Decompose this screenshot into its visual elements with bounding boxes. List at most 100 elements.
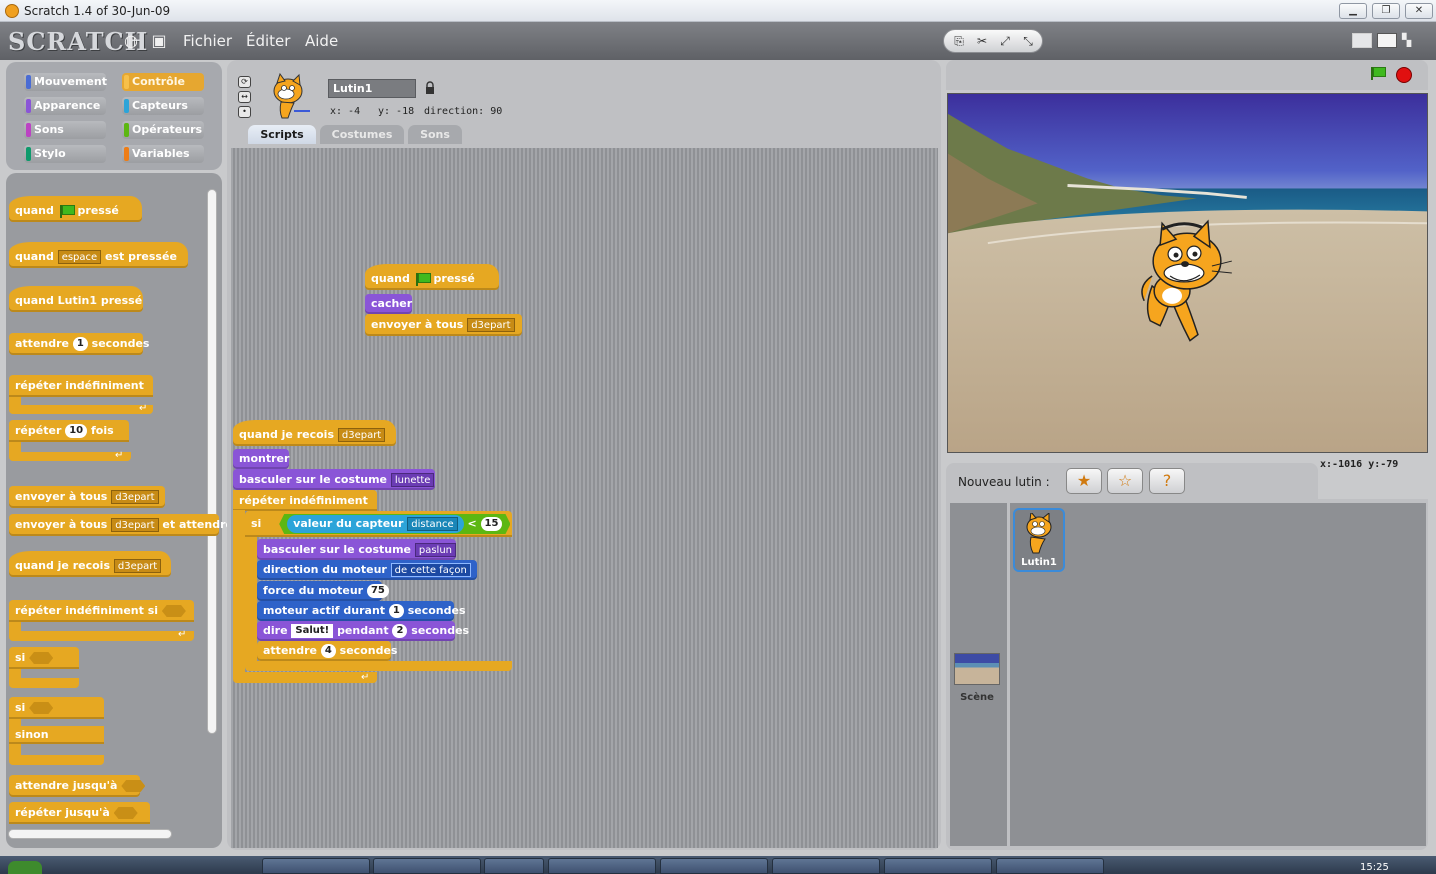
taskbar-button[interactable] [484, 858, 544, 874]
category-sons[interactable]: Sons [24, 121, 106, 139]
script-wait-block[interactable]: attendre 4 secondes [257, 641, 397, 661]
costume-dropdown[interactable]: paslun [414, 543, 456, 557]
palette-wait-seconds[interactable]: attendre 1 secondes [9, 333, 149, 355]
key-dropdown[interactable]: espace [57, 250, 102, 264]
message-dropdown[interactable]: d3epart [113, 559, 162, 573]
stop-button[interactable] [1396, 67, 1412, 83]
palette-repeat-until[interactable]: répéter jusqu'à [9, 802, 150, 824]
repeat-count-input[interactable]: 10 [65, 424, 88, 438]
palette-when-flag-clicked[interactable]: quand pressé [9, 196, 142, 222]
taskbar-scratch-button[interactable] [996, 858, 1104, 874]
rotate-style-full-icon[interactable]: ⟳ [238, 76, 251, 88]
condition-slot[interactable] [121, 780, 146, 792]
paint-new-sprite-button[interactable]: ★ [1066, 468, 1102, 494]
category-operateurs[interactable]: Opérateurs [122, 121, 204, 139]
minimize-button[interactable]: ▁ [1339, 3, 1367, 19]
palette-when-i-receive[interactable]: quand je recois d3epart [9, 551, 171, 577]
taskbar-button[interactable] [373, 858, 481, 874]
taskbar-button[interactable] [660, 858, 768, 874]
script-show-block[interactable]: montrer [233, 449, 289, 469]
script-switch-costume-block[interactable]: basculer sur le costume lunette [233, 469, 435, 490]
script-forever-block[interactable]: répéter indéfiniment [233, 490, 377, 511]
tab-costumes[interactable]: Costumes [320, 125, 404, 144]
condition-slot[interactable] [29, 702, 54, 714]
taskbar-button[interactable] [262, 858, 370, 874]
category-controle[interactable]: Contrôle [122, 73, 204, 91]
message-dropdown[interactable]: d3epart [111, 490, 159, 504]
category-apparence[interactable]: Apparence [24, 97, 106, 115]
grow-icon[interactable]: ⤢ [996, 33, 1014, 49]
taskbar-button[interactable] [884, 858, 992, 874]
costume-dropdown[interactable]: lunette [390, 473, 435, 487]
stage-canvas[interactable] [947, 93, 1428, 453]
condition-slot[interactable] [29, 652, 54, 664]
save-disk-icon[interactable]: ▣ [150, 32, 168, 50]
rotate-style-none-icon[interactable]: • [238, 106, 251, 118]
scene-thumbnail[interactable] [954, 653, 1000, 685]
script-say-for-block[interactable]: dire Salut! pendant 2 secondes [257, 621, 469, 641]
menu-editer[interactable]: Éditer [246, 32, 290, 50]
direction-dropdown[interactable]: de cette façon [390, 563, 471, 577]
script-when-flag-clicked[interactable]: quand pressé [365, 264, 499, 290]
palette-wait-until[interactable]: attendre jusqu'à [9, 775, 146, 797]
script-motor-power-block[interactable]: force du moteur 75 [257, 581, 389, 601]
random-sprite-button[interactable]: ? [1149, 468, 1185, 494]
language-globe-icon[interactable]: ◍ [122, 32, 140, 50]
palette-horizontal-scrollbar[interactable] [8, 829, 172, 839]
condition-slot[interactable] [113, 807, 138, 819]
choose-sprite-file-button[interactable]: ☆ [1107, 468, 1143, 494]
wait-seconds-input[interactable]: 4 [320, 644, 336, 658]
restore-button[interactable]: ❐ [1372, 3, 1400, 19]
tab-sons[interactable]: Sons [408, 125, 462, 144]
taskbar-button[interactable] [548, 858, 656, 874]
category-stylo[interactable]: Stylo [24, 145, 106, 163]
palette-if[interactable]: si [9, 647, 79, 669]
rotate-style-flip-icon[interactable]: ↔ [238, 91, 251, 103]
presentation-mode-button[interactable]: ▚ [1402, 33, 1418, 48]
menu-fichier[interactable]: Fichier [183, 32, 232, 50]
palette-when-sprite-clicked[interactable]: quand Lutin1 pressé [9, 286, 143, 312]
category-mouvement[interactable]: Mouvement [24, 73, 107, 91]
script-motor-direction-block[interactable]: direction du moteur de cette façon [257, 560, 477, 580]
palette-if-else[interactable]: si [9, 697, 104, 719]
palette-forever-if[interactable]: répéter indéfiniment si [9, 600, 194, 622]
duplicate-stamp-icon[interactable]: ⎘ [950, 33, 968, 49]
message-dropdown[interactable]: d3epart [337, 428, 386, 442]
script-broadcast-block[interactable]: envoyer à tous d3epart [365, 314, 522, 336]
shrink-icon[interactable]: ⤡ [1019, 33, 1037, 49]
script-if-block[interactable]: si valeur du capteur distance < 15 [245, 511, 512, 537]
message-dropdown[interactable]: d3epart [467, 318, 515, 332]
tab-scripts[interactable]: Scripts [248, 125, 316, 144]
lock-icon[interactable] [425, 81, 435, 94]
say-text-input[interactable]: Salut! [291, 624, 334, 638]
taskbar-button[interactable] [772, 858, 880, 874]
sprite-name-field[interactable]: Lutin1 [328, 79, 416, 98]
say-seconds-input[interactable]: 2 [392, 624, 408, 638]
script-hide-block[interactable]: cacher [365, 294, 412, 314]
sprite-tile-lutin1[interactable]: Lutin1 [1013, 508, 1065, 572]
script-motor-on-for-block[interactable]: moteur actif durant 1 secondes [257, 601, 466, 621]
palette-repeat[interactable]: répéter 10 fois [9, 420, 129, 442]
palette-forever[interactable]: répéter indéfiniment [9, 375, 153, 397]
small-stage-layout-button[interactable] [1352, 33, 1372, 48]
start-button[interactable] [8, 861, 42, 874]
sensor-dropdown[interactable]: distance [407, 517, 457, 531]
power-input[interactable]: 75 [366, 584, 389, 598]
condition-slot[interactable] [161, 605, 186, 617]
category-capteurs[interactable]: Capteurs [122, 97, 204, 115]
palette-broadcast-and-wait[interactable]: envoyer à tous d3epart et attendre [9, 514, 233, 536]
green-flag-button[interactable] [1369, 66, 1389, 84]
menu-aide[interactable]: Aide [305, 32, 338, 50]
script-switch-costume-block-2[interactable]: basculer sur le costume paslun [257, 539, 456, 560]
palette-vertical-scrollbar[interactable] [207, 189, 217, 734]
delete-scissors-icon[interactable]: ✂ [973, 33, 991, 49]
threshold-input[interactable]: 15 [481, 517, 503, 531]
normal-layout-button[interactable] [1377, 33, 1397, 48]
sensor-value-reporter[interactable]: valeur du capteur distance [287, 515, 463, 533]
motor-seconds-input[interactable]: 1 [388, 604, 404, 618]
palette-when-key-pressed[interactable]: quand espace est pressée [9, 242, 188, 268]
seconds-input[interactable]: 1 [72, 337, 88, 351]
category-variables[interactable]: Variables [122, 145, 204, 163]
close-button[interactable]: ✕ [1405, 3, 1433, 19]
palette-broadcast[interactable]: envoyer à tous d3epart [9, 486, 165, 508]
